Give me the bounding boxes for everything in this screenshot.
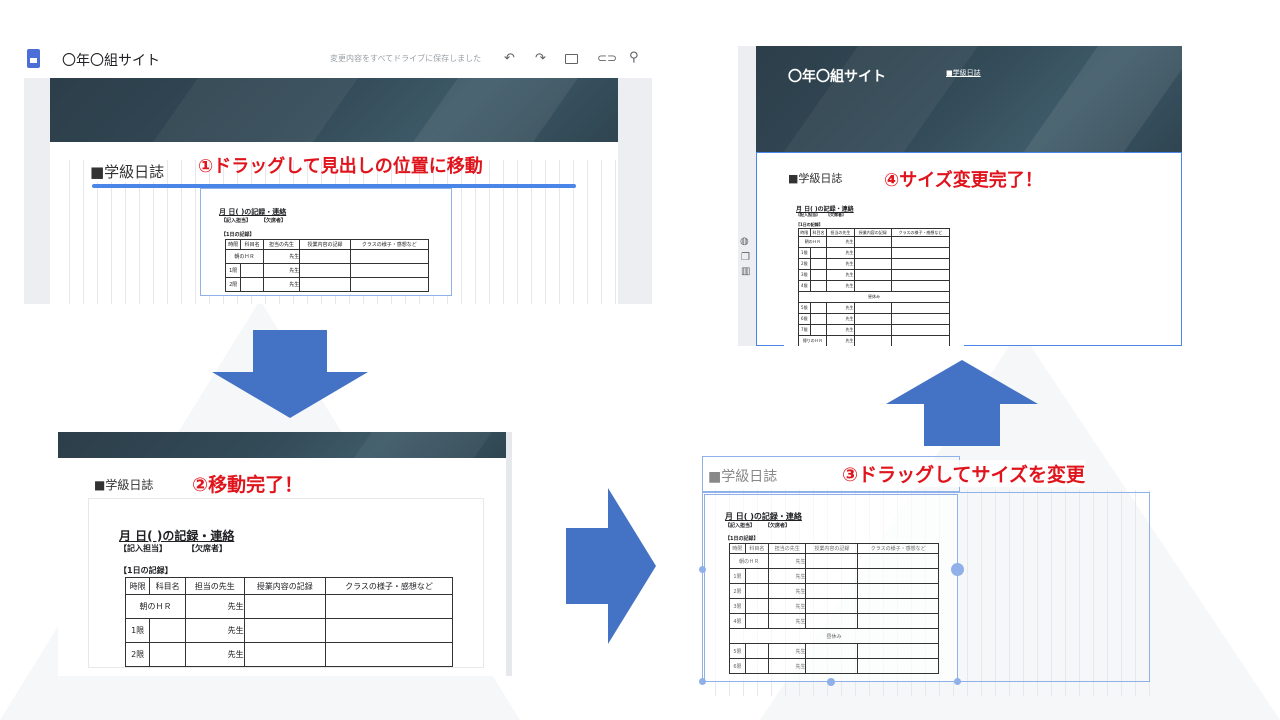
assigned-label: 【記入担当】 xyxy=(119,544,167,553)
assigned-label: 【記入担当】 xyxy=(796,212,820,217)
journal-embed-moved[interactable]: 月 日( )の記録・連絡 【記入担当】 【欠席者】 【1日の記録】 時限 科目名担… xyxy=(88,498,484,668)
section-heading[interactable]: ■学級日誌 xyxy=(94,476,153,493)
journal-table: 時限 科目名 担当の先生 授業内容の記録 クラスの様子・感想など 朝のＨＲ 先生 1限 先生… xyxy=(224,239,430,292)
absent-label: 【欠席者】 xyxy=(261,218,287,224)
site-header-banner xyxy=(756,46,1182,152)
journal-table: 時限 科目名 担当の先生 授業内容の記録 クラスの様子・感想など 朝のＨＲ 先生 1限 先生… xyxy=(729,543,939,674)
site-title[interactable]: 〇年〇組サイト xyxy=(62,50,160,70)
header-banner xyxy=(58,432,512,458)
record-label: 【1日の記録】 xyxy=(119,566,173,575)
record-label: 【1日の記録】 xyxy=(725,536,759,542)
assigned-label: 【記入担当】 xyxy=(221,218,252,224)
preview-icon[interactable] xyxy=(565,54,578,64)
assigned-label: 【記入担当】 xyxy=(725,523,756,529)
absent-label: 【欠席者】 xyxy=(187,544,227,553)
journal-embed-dragging[interactable]: 月 日( )の記録・連絡 【記入担当】 【欠席者】 【1日の記録】 時限 科目名担… xyxy=(200,188,452,296)
journal-title: 月 日( )の記録・連絡 xyxy=(219,208,287,216)
resize-handle-right[interactable] xyxy=(951,563,964,576)
share-icon[interactable]: ⚲ xyxy=(629,50,639,65)
resize-handle-bottom-right[interactable] xyxy=(954,678,961,685)
link-icon[interactable]: ⊂⊃ xyxy=(597,51,617,65)
editor-screenshot-step3: ■学級日誌 ③ドラッグしてサイズを変更 月 日( )の記録・連絡 【記入担当】 … xyxy=(692,452,1160,696)
absent-label: 【欠席者】 xyxy=(765,523,791,529)
site-header-title[interactable]: 〇年〇組サイト xyxy=(788,66,886,86)
resize-handle-bottom[interactable] xyxy=(827,678,835,686)
annotation-step1: ①ドラッグして見出しの位置に移動 xyxy=(198,156,483,177)
resize-handle-bottom-left[interactable] xyxy=(699,678,706,685)
journal-embed-resized[interactable]: 月 日( )の記録・連絡 【記入担当】 【欠席者】 【1日の記録】 時限 科目名担… xyxy=(784,192,964,346)
arrow-up-step3-to-4 xyxy=(886,360,1038,446)
annotation-step2: ②移動完了！ xyxy=(192,474,304,496)
section-heading[interactable]: ■学級日誌 xyxy=(788,170,842,186)
editor-screenshot-step1: 〇年〇組サイト 変更内容をすべてドライブに保存しました ↶ ↷ ⊂⊃ ⚲ ■学級… xyxy=(24,40,652,304)
undo-icon[interactable]: ↶ xyxy=(504,51,515,66)
journal-title: 月 日( )の記録・連絡 xyxy=(119,529,235,543)
header-banner xyxy=(50,78,618,142)
save-status: 変更内容をすべてドライブに保存しました xyxy=(330,54,482,63)
editor-screenshot-step2: ■学級日誌 ②移動完了！ 月 日( )の記録・連絡 【記入担当】 【欠席者】 【… xyxy=(58,432,512,676)
section-heading[interactable]: ■学級日誌 xyxy=(708,466,777,486)
journal-title: 月 日( )の記録・連絡 xyxy=(725,512,802,521)
nav-link-journal[interactable]: ■学級日誌 xyxy=(946,68,981,78)
palette-icon[interactable]: ◍ xyxy=(740,236,749,247)
section-heading[interactable]: ■学級日誌 xyxy=(90,161,165,182)
journal-embed-resizing[interactable]: 月 日( )の記録・連絡 【記入担当】 【欠席者】 【1日の記録】 時限 科目名担… xyxy=(704,494,958,682)
redo-icon[interactable]: ↷ xyxy=(535,51,546,66)
delete-icon[interactable]: ▥ xyxy=(741,266,750,277)
app-bar: 〇年〇組サイト 変更内容をすべてドライブに保存しました ↶ ↷ ⊂⊃ ⚲ xyxy=(24,40,652,78)
absent-label: 【欠席者】 xyxy=(826,212,846,217)
google-sites-icon[interactable] xyxy=(27,49,40,68)
editor-screenshot-step4: 〇年〇組サイト ■学級日誌 ◍ ❐ ▥ ■学級日誌 ④サイズ変更完了！ 月 日(… xyxy=(738,46,1182,346)
annotation-step3: ③ドラッグしてサイズを変更 xyxy=(842,460,1085,487)
record-label: 【1日の記録】 xyxy=(221,232,255,238)
arrow-down-step1-to-2 xyxy=(212,330,368,418)
journal-table: 時限 科目名 担当の先生 授業内容の記録 クラスの様子・感想など 朝のＨＲ 先生 1限 先生… xyxy=(124,577,453,667)
resize-handle-left[interactable] xyxy=(699,566,706,573)
duplicate-icon[interactable]: ❐ xyxy=(741,252,750,263)
arrow-right-step2-to-3 xyxy=(566,488,656,644)
journal-table: 時限 科目名 担当の先生 授業内容の記録 クラスの様子・感想など 朝のＨＲ 先生 1限 先生… xyxy=(797,228,951,346)
annotation-step4: ④サイズ変更完了！ xyxy=(884,170,1043,191)
